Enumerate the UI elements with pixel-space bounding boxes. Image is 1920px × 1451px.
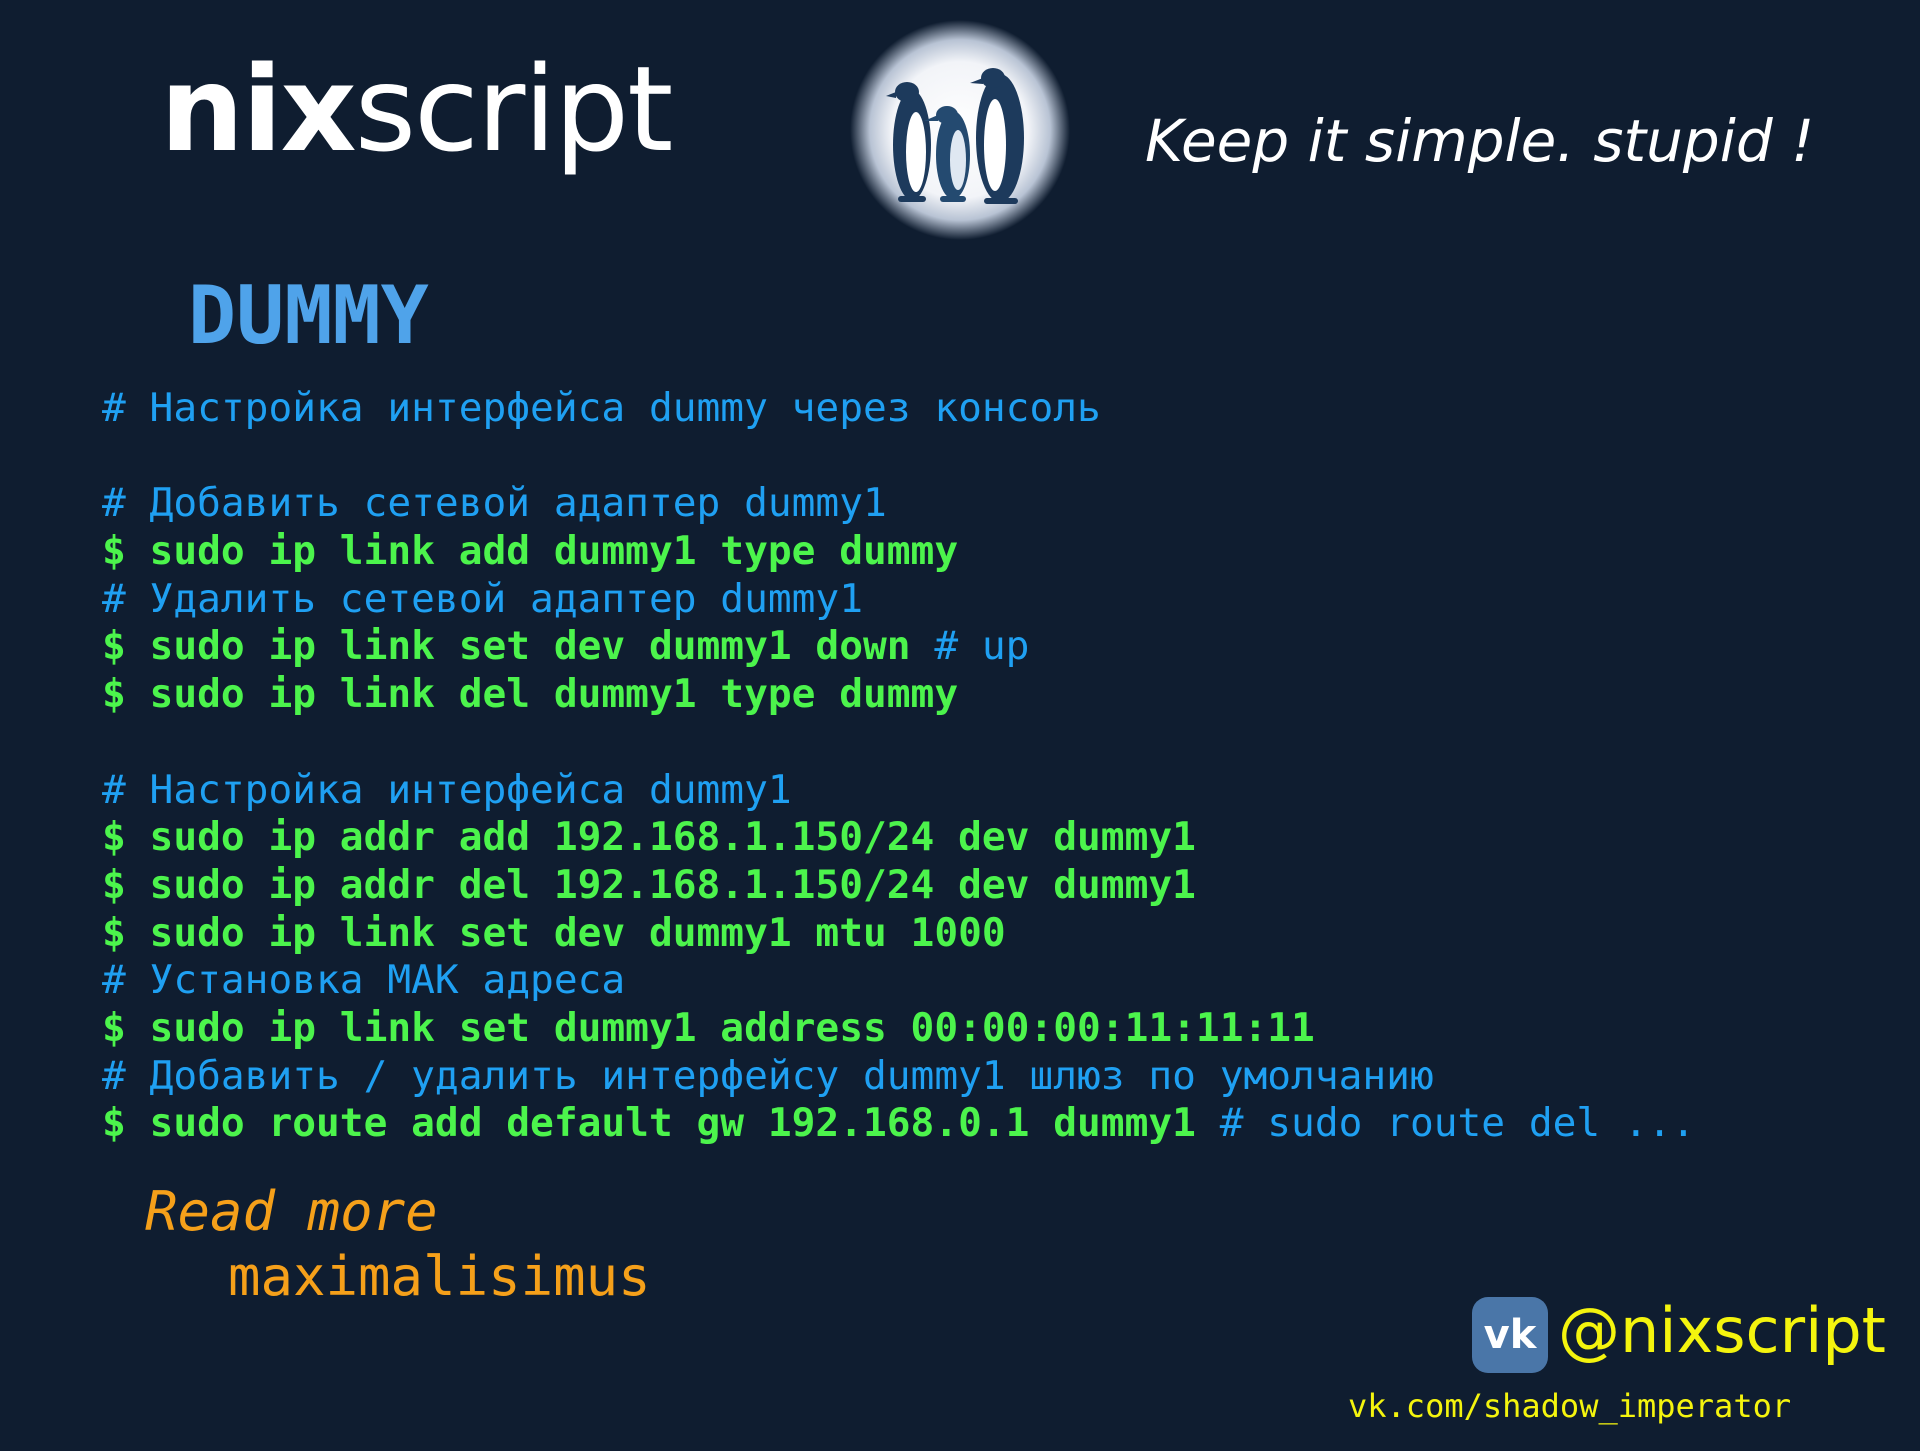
command-text: $ sudo ip addr add 192.168.1.150/24 dev … xyxy=(102,814,1196,861)
code-line: $ sudo ip link set dummy1 address 00:00:… xyxy=(102,1005,1695,1053)
comment-text: # Настройка интерфейса dummy через консо… xyxy=(102,385,1101,431)
code-line: # Настройка интерфейса dummy через консо… xyxy=(102,385,1695,433)
code-line: # Установка MAK адреса xyxy=(102,957,1695,1005)
comment-text: # up xyxy=(934,623,1030,670)
comment-text: # Удалить сетевой адаптер dummy1 xyxy=(102,575,863,622)
author-name: maximalisimus xyxy=(228,1245,651,1308)
command-text: $ sudo route add default gw 192.168.0.1 … xyxy=(102,1100,1220,1147)
code-block: # Настройка интерфейса dummy через консо… xyxy=(102,385,1695,1148)
code-line: $ sudo ip addr del 192.168.1.150/24 dev … xyxy=(102,862,1695,910)
comment-text: # sudo route del ... xyxy=(1219,1100,1696,1147)
logo-text-bold: nix xyxy=(160,40,357,178)
code-line: $ sudo ip link del dummy1 type dummy xyxy=(102,671,1695,719)
comment-text: # Настройка интерфейса dummy1 xyxy=(102,766,792,813)
code-line: $ sudo ip link set dev dummy1 mtu 1000 xyxy=(102,910,1695,958)
code-line: $ sudo ip link set dev dummy1 down # up xyxy=(102,623,1695,671)
nixscript-logo: nixscript xyxy=(160,50,673,168)
comment-text: # Добавить сетевой адаптер dummy1 xyxy=(102,480,887,527)
read-more-label: Read more xyxy=(145,1180,438,1243)
code-line: # Добавить / удалить интерфейсу dummy1 ш… xyxy=(102,1053,1695,1101)
social-handle: @nixscript xyxy=(1558,1294,1886,1367)
tagline: Keep it simple. stupid ! xyxy=(1145,107,1815,175)
vk-url: vk.com/shadow_imperator xyxy=(1348,1387,1792,1425)
penguins-icon xyxy=(850,20,1070,240)
command-text: $ sudo ip link add dummy1 type dummy xyxy=(102,528,959,575)
command-text: $ sudo ip link set dev dummy1 down xyxy=(102,623,935,670)
logo-text-light: script xyxy=(354,40,674,178)
code-line: # Удалить сетевой адаптер dummy1 xyxy=(102,576,1695,624)
command-text: $ sudo ip link set dev dummy1 mtu 1000 xyxy=(102,909,1006,956)
code-line: # Настройка интерфейса dummy1 xyxy=(102,767,1695,815)
command-text: $ sudo ip addr del 192.168.1.150/24 dev … xyxy=(102,861,1196,908)
code-line: $ sudo ip addr add 192.168.1.150/24 dev … xyxy=(102,814,1695,862)
code-line: # Добавить сетевой адаптер dummy1 xyxy=(102,480,1695,528)
vk-logo-icon: vk xyxy=(1472,1297,1548,1373)
code-line: $ sudo route add default gw 192.168.0.1 … xyxy=(102,1100,1695,1148)
command-text: $ sudo ip link set dummy1 address 00:00:… xyxy=(102,1004,1315,1051)
comment-text: # Установка MAK адреса xyxy=(102,957,626,1004)
comment-text: # Добавить / удалить интерфейсу dummy1 ш… xyxy=(102,1052,1434,1099)
code-line: $ sudo ip link add dummy1 type dummy xyxy=(102,528,1695,576)
page-title: DUMMY xyxy=(188,269,429,362)
command-text: $ sudo ip link del dummy1 type dummy xyxy=(102,671,959,718)
